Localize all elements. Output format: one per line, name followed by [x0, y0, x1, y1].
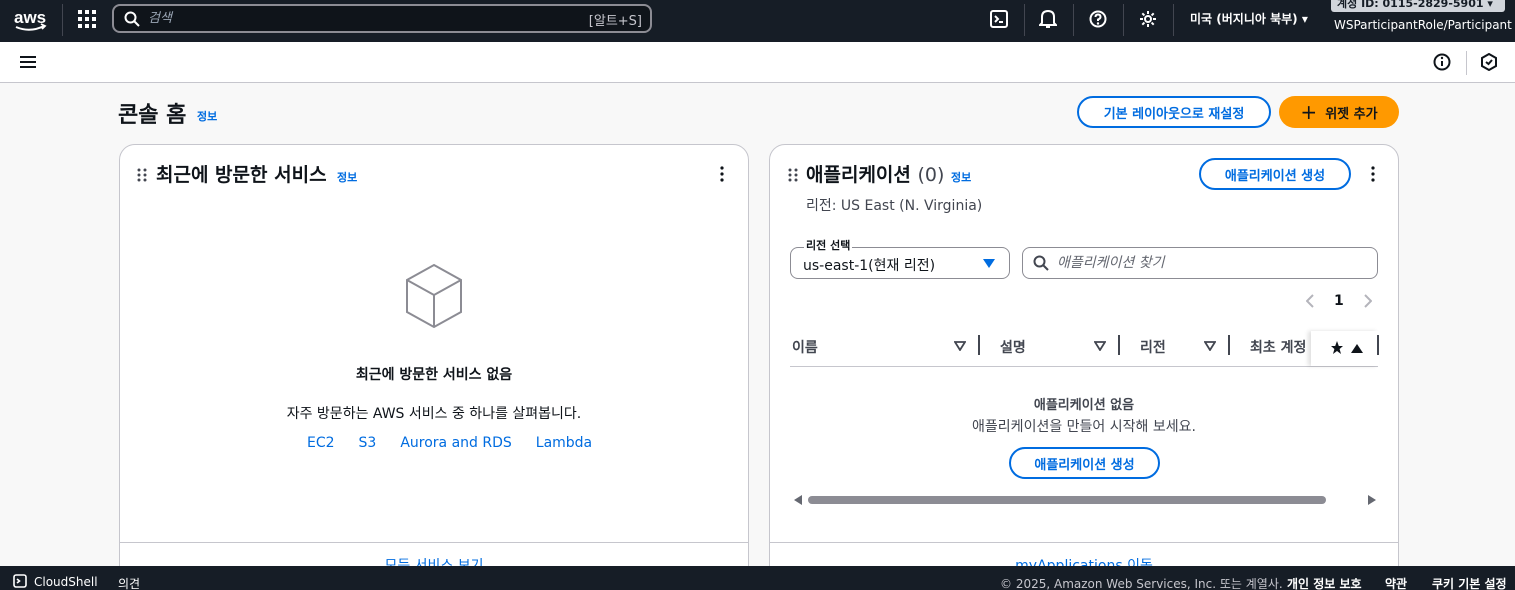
- column-description[interactable]: 설명: [1000, 337, 1026, 357]
- chevron-right-icon[interactable]: [1364, 294, 1372, 308]
- recent-services-widget: 최근에 방문한 서비스 정보 최근에 방문한 서비스 없음 자주 방문하는 AW…: [119, 144, 749, 590]
- help-icon[interactable]: [1087, 8, 1109, 30]
- scrollbar-thumb[interactable]: [808, 496, 1326, 504]
- region-select-value: us-east-1(현재 리전): [803, 258, 936, 274]
- terms-link[interactable]: 약관: [1385, 575, 1407, 590]
- drag-handle-icon[interactable]: [788, 168, 798, 182]
- card-footer-divider: [120, 542, 748, 543]
- page-info-link[interactable]: 정보: [197, 108, 217, 124]
- cookie-preferences-link[interactable]: 쿠키 기본 설정: [1432, 575, 1507, 590]
- global-search[interactable]: [알트+S]: [112, 4, 652, 33]
- sticky-column-shadow: [1311, 331, 1379, 366]
- sort-icon[interactable]: [954, 341, 966, 351]
- sort-icon[interactable]: [1204, 341, 1216, 351]
- star-icon[interactable]: [1331, 341, 1343, 355]
- region-selector[interactable]: 미국 (버지니아 북부) ▾: [1190, 10, 1308, 27]
- sort-icon[interactable]: [1094, 341, 1106, 351]
- nav-divider: [1073, 4, 1074, 36]
- cloudshell-icon[interactable]: [988, 8, 1010, 30]
- card-footer-divider: [770, 542, 1398, 543]
- more-options-icon[interactable]: [720, 166, 724, 182]
- caret-down-icon: [983, 259, 995, 268]
- drag-handle-icon[interactable]: [137, 168, 147, 182]
- more-options-icon[interactable]: [1371, 166, 1375, 182]
- nav-divider: [1173, 4, 1174, 36]
- applications-info-link[interactable]: 정보: [951, 169, 971, 185]
- search-icon: [124, 11, 140, 27]
- horizontal-scrollbar[interactable]: [794, 494, 1376, 506]
- security-shield-icon[interactable]: [1480, 53, 1498, 71]
- search-shortcut: [알트+S]: [588, 14, 642, 29]
- bell-icon[interactable]: [1037, 8, 1059, 30]
- column-region[interactable]: 리전: [1140, 337, 1166, 357]
- aws-logo-icon[interactable]: aws: [13, 6, 49, 34]
- applications-empty-title: 애플리케이션 없음: [1033, 398, 1135, 413]
- column-resizer[interactable]: [1228, 335, 1230, 355]
- column-resizer[interactable]: [1377, 335, 1379, 355]
- applications-count: (0): [917, 164, 945, 186]
- application-filter[interactable]: [1022, 247, 1378, 279]
- menu-icon[interactable]: [19, 54, 37, 70]
- role-name: WSParticipantRole/Participant: [1334, 18, 1512, 32]
- application-filter-input[interactable]: [1057, 255, 1357, 271]
- nav-divider: [62, 4, 63, 36]
- column-resizer[interactable]: [1118, 335, 1120, 355]
- toolbar-divider: [1466, 51, 1467, 75]
- recent-services-title: 최근에 방문한 서비스: [156, 164, 327, 186]
- column-name[interactable]: 이름: [792, 337, 818, 357]
- current-region-label: 리전: US East (N. Virginia): [806, 198, 983, 214]
- search-input[interactable]: [148, 11, 568, 26]
- applications-title: 애플리케이션 (0): [806, 160, 944, 187]
- gear-icon[interactable]: [1137, 8, 1159, 30]
- plus-icon: +: [1300, 100, 1318, 124]
- page-title: 콘솔 홈: [118, 103, 187, 128]
- applications-widget: 애플리케이션 (0) 정보 애플리케이션 생성 리전: US East (N. …: [769, 144, 1399, 590]
- service-link-aurora-rds[interactable]: Aurora and RDS: [400, 435, 511, 451]
- footer-bar: CloudShell 의견 © 2025, Amazon Web Service…: [0, 566, 1515, 590]
- applications-title-text: 애플리케이션: [806, 164, 911, 186]
- nav-divider: [1024, 4, 1025, 36]
- column-origin-account[interactable]: 최초 계정: [1250, 337, 1312, 357]
- page-number[interactable]: 1: [1334, 293, 1344, 309]
- secondary-toolbar: [0, 42, 1515, 83]
- add-widget-button[interactable]: + 위젯 추가: [1279, 96, 1399, 128]
- empty-create-application-button[interactable]: 애플리케이션 생성: [1009, 447, 1160, 479]
- pagination: 1: [1306, 293, 1372, 309]
- recent-empty-description: 자주 방문하는 AWS 서비스 중 하나를 살펴봅니다.: [286, 406, 582, 422]
- copyright-text: © 2025, Amazon Web Services, Inc. 또는 계열사…: [1000, 577, 1283, 590]
- info-icon[interactable]: [1433, 53, 1451, 71]
- applications-table-header: 이름 설명 리전 최초 계정: [790, 331, 1379, 367]
- top-navigation: aws [알트+S] 미국 (버지니아 북부) ▾ 계정 ID: 0115-28…: [0, 0, 1515, 42]
- recent-empty-title: 최근에 방문한 서비스 없음: [355, 367, 513, 383]
- chevron-left-icon[interactable]: [1306, 294, 1314, 308]
- empty-cube-icon: [406, 263, 462, 329]
- suggested-services: EC2 S3 Aurora and RDS Lambda: [307, 435, 592, 451]
- service-link-s3[interactable]: S3: [359, 435, 377, 451]
- add-widget-label: 위젯 추가: [1325, 106, 1378, 122]
- sort-ascending-icon[interactable]: [1351, 344, 1363, 354]
- scroll-left-icon[interactable]: [794, 495, 802, 505]
- service-link-ec2[interactable]: EC2: [307, 435, 335, 451]
- cloudshell-icon[interactable]: [13, 574, 27, 588]
- service-link-lambda[interactable]: Lambda: [536, 435, 592, 451]
- services-grid-icon[interactable]: [76, 8, 98, 30]
- column-resizer[interactable]: [978, 335, 980, 355]
- cloudshell-link[interactable]: CloudShell: [34, 575, 98, 589]
- account-id-menu[interactable]: 계정 ID: 0115-2829-5901 ▾: [1331, 0, 1505, 12]
- scroll-right-icon[interactable]: [1368, 495, 1376, 505]
- recent-services-info-link[interactable]: 정보: [337, 169, 357, 185]
- region-select-label: 리전 선택: [804, 237, 853, 253]
- feedback-link[interactable]: 의견: [118, 575, 140, 590]
- nav-divider: [1123, 4, 1124, 36]
- privacy-link[interactable]: 개인 정보 보호: [1287, 575, 1362, 590]
- search-icon: [1033, 255, 1049, 271]
- applications-empty-description: 애플리케이션을 만들어 시작해 보세요.: [972, 419, 1196, 435]
- create-application-button[interactable]: 애플리케이션 생성: [1199, 158, 1351, 190]
- reset-layout-button[interactable]: 기본 레이아웃으로 재설정: [1077, 96, 1271, 128]
